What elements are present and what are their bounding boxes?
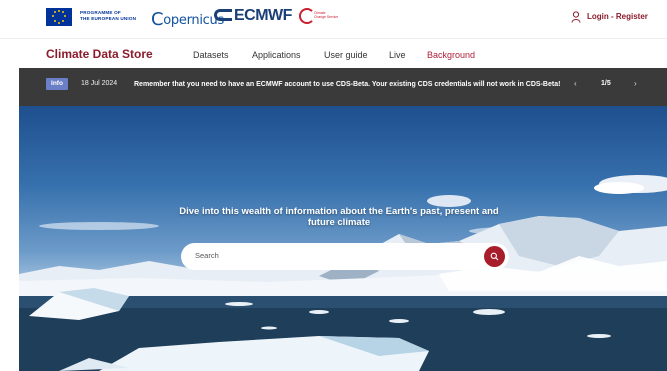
search-button[interactable] [484,246,505,267]
eu-flag-icon [46,8,72,26]
nav-item-datasets[interactable]: Datasets [193,50,229,60]
eu-program-logo-text: PROGRAMME OF THE EUROPEAN UNION [80,10,137,21]
login-register-link[interactable]: Login - Register [587,12,648,21]
info-badge: Info [46,78,68,90]
chevron-left-icon[interactable]: ‹ [574,79,577,88]
site-title[interactable]: Climate Data Store [46,47,153,61]
user-icon[interactable] [571,11,581,23]
main-nav: Climate Data Store Datasets Applications… [0,38,667,68]
nav-item-live[interactable]: Live [389,50,406,60]
nav-item-user-guide[interactable]: User guide [324,50,368,60]
info-banner: Info 18 Jul 2024 Remember that you need … [19,68,667,106]
hero-banner: Dive into this wealth of information abo… [19,106,667,371]
ecmwf-mark-icon [214,9,232,21]
info-date: 18 Jul 2024 [81,80,118,87]
search-bar [181,243,509,270]
copernicus-logo[interactable]: Copernicus [151,8,224,30]
c3s-circle-icon [299,8,315,24]
search-input[interactable] [195,251,465,260]
nav-item-background[interactable]: Background [427,50,475,60]
search-icon [490,252,499,261]
nav-item-applications[interactable]: Applications [252,50,301,60]
ecmwf-logo[interactable]: ECMWF [214,7,292,25]
hero-landscape-image [19,175,667,371]
info-counter: 1/5 [601,80,611,87]
info-message: Remember that you need to have an ECMWF … [134,81,561,88]
chevron-right-icon[interactable]: › [634,79,637,88]
hero-tagline: Dive into this wealth of information abo… [179,206,499,228]
logo-bar: PROGRAMME OF THE EUROPEAN UNION Copernic… [0,0,667,36]
